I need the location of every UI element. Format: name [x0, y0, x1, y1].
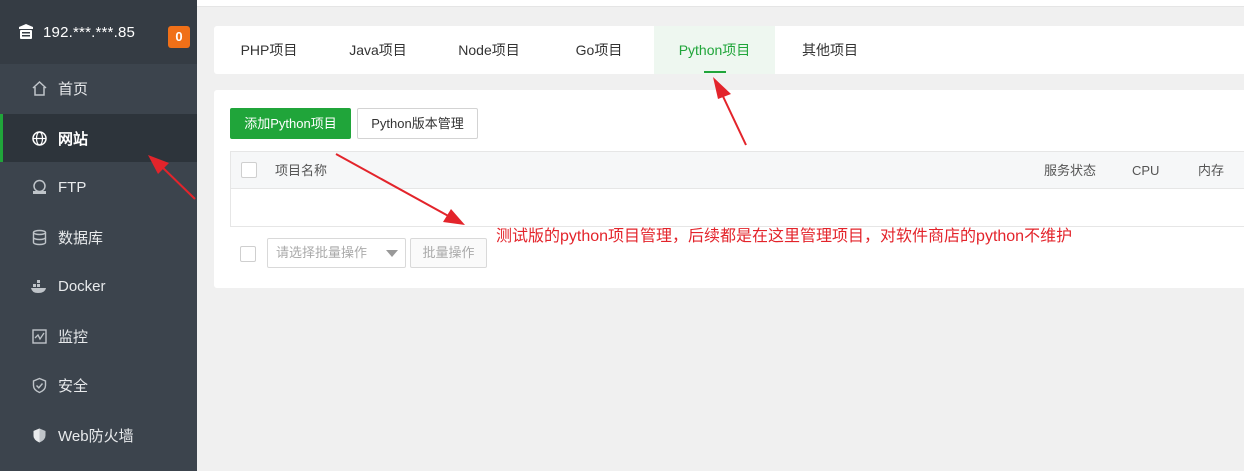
tab-java[interactable]: Java项目 [337, 26, 419, 74]
sidebar-item-label: Web防火墙 [58, 427, 134, 445]
sidebar-item-label: 首页 [58, 80, 89, 98]
globe-icon [30, 129, 48, 147]
tab-label: Python项目 [678, 42, 751, 58]
sidebar-header: 192.***.***.85 0 [0, 0, 197, 64]
batch-select-placeholder: 请选择批量操作 [276, 245, 368, 260]
sidebar-item-label: 数据库 [58, 229, 104, 247]
tab-label: Java项目 [349, 42, 407, 58]
batch-select-checkbox[interactable] [240, 246, 256, 262]
notification-badge[interactable]: 0 [168, 26, 190, 48]
table-header: 项目名称 服务状态 CPU 内存 [230, 151, 1244, 189]
tab-php[interactable]: PHP项目 [228, 26, 310, 74]
shield-icon [30, 426, 48, 444]
tab-label: Go项目 [575, 42, 623, 58]
project-tabs: PHP项目 Java项目 Node项目 Go项目 Python项目 其他项目 [214, 26, 1244, 74]
sidebar-item-ftp[interactable]: FTP [0, 163, 197, 211]
tab-go[interactable]: Go项目 [562, 26, 636, 74]
active-tab-indicator [703, 71, 726, 73]
docker-icon [30, 277, 48, 295]
tab-python[interactable]: Python项目 [654, 26, 775, 74]
sidebar-item-security[interactable]: 安全 [0, 361, 197, 409]
sidebar-item-monitor[interactable]: 监控 [0, 312, 197, 360]
batch-action-select[interactable]: 请选择批量操作 [267, 238, 406, 268]
column-header-name[interactable]: 项目名称 [275, 152, 327, 190]
sidebar-item-label: 安全 [58, 377, 89, 395]
project-panel: 添加Python项目 Python版本管理 项目名称 服务状态 CPU 内存 请… [214, 90, 1244, 288]
annotation-note: 测试版的python项目管理，后续都是在这里管理项目，对软件商店的python不… [496, 228, 1073, 245]
sidebar-item-docker[interactable]: Docker [0, 262, 197, 310]
column-header-memory[interactable]: 内存 [1198, 152, 1224, 190]
top-bar [197, 0, 1244, 7]
sidebar-item-web-firewall[interactable]: Web防火墙 [0, 411, 197, 459]
monitor-icon [30, 327, 48, 345]
tab-label: Node项目 [458, 42, 520, 58]
sidebar-item-database[interactable]: 数据库 [0, 213, 197, 261]
sidebar-item-label: 网站 [58, 130, 89, 148]
batch-action-button[interactable]: 批量操作 [410, 238, 487, 268]
chevron-down-icon [386, 250, 398, 257]
sidebar-item-label: 监控 [58, 328, 89, 346]
sidebar-item-label: Docker [58, 277, 106, 295]
database-icon [30, 228, 48, 246]
add-python-project-button[interactable]: 添加Python项目 [230, 108, 351, 139]
shield-check-icon [30, 376, 48, 394]
tab-node[interactable]: Node项目 [444, 26, 534, 74]
server-icon [17, 23, 35, 41]
sidebar-item-website[interactable]: 网站 [0, 114, 197, 162]
server-name[interactable]: 192.***.***.85 [43, 24, 135, 41]
sidebar-item-label: FTP [58, 178, 87, 196]
ftp-icon [30, 178, 48, 196]
home-icon [30, 79, 48, 97]
python-version-manager-button[interactable]: Python版本管理 [357, 108, 478, 139]
tab-other[interactable]: 其他项目 [790, 26, 870, 74]
tab-label: PHP项目 [240, 42, 298, 58]
column-header-cpu[interactable]: CPU [1132, 152, 1159, 190]
sidebar-item-home[interactable]: 首页 [0, 64, 197, 112]
tab-label: 其他项目 [802, 42, 858, 58]
sidebar: 192.***.***.85 0 首页 网站 FTP 数据库 Docker 监控… [0, 0, 197, 471]
select-all-checkbox[interactable] [241, 162, 257, 178]
column-header-status[interactable]: 服务状态 [1044, 152, 1096, 190]
